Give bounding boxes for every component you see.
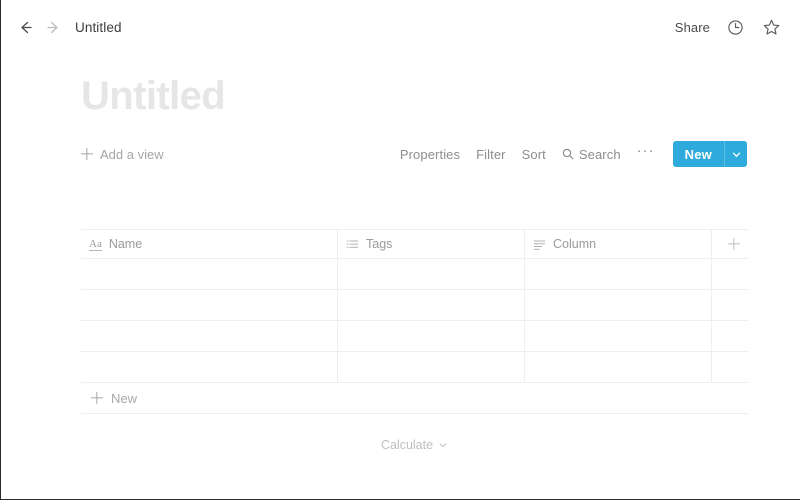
cell-spacer: [711, 352, 748, 382]
sort-button[interactable]: Sort: [522, 147, 546, 162]
search-button[interactable]: Search: [562, 147, 621, 162]
arrow-right-icon: [45, 19, 62, 36]
column-header-tags[interactable]: Tags: [337, 230, 524, 258]
plus-icon: [91, 392, 103, 404]
cell-tags[interactable]: [337, 259, 524, 289]
cell-name[interactable]: [81, 352, 337, 382]
cell-spacer: [711, 259, 748, 289]
search-icon: [562, 148, 574, 160]
more-options-button[interactable]: ···: [637, 143, 655, 162]
cell-spacer: [711, 290, 748, 320]
table-row[interactable]: [81, 320, 748, 351]
cell-name[interactable]: [81, 290, 337, 320]
history-button[interactable]: [724, 16, 746, 38]
cell-spacer: [711, 321, 748, 351]
cell-column[interactable]: [524, 259, 711, 289]
view-toolbar-actions: Properties Filter Sort Search ··· New: [400, 141, 747, 167]
cell-column[interactable]: [524, 352, 711, 382]
calculate-footer: Calculate: [81, 438, 748, 452]
text-lines-icon: [533, 238, 546, 251]
arrow-left-icon: [17, 19, 34, 36]
table-row[interactable]: [81, 351, 748, 382]
cell-tags[interactable]: [337, 321, 524, 351]
breadcrumb[interactable]: Untitled: [75, 20, 122, 35]
new-dropdown-button[interactable]: [724, 141, 747, 167]
cell-column[interactable]: [524, 321, 711, 351]
view-toolbar: Add a view Properties Filter Sort Search…: [81, 139, 747, 169]
search-label: Search: [578, 146, 621, 162]
new-row-label: New: [111, 390, 138, 406]
new-row-button[interactable]: New: [81, 382, 748, 414]
cell-name[interactable]: [81, 259, 337, 289]
star-icon: [762, 18, 781, 37]
share-button[interactable]: Share: [675, 20, 710, 35]
back-button[interactable]: [11, 13, 39, 41]
top-bar: Untitled Share: [1, 0, 800, 54]
cell-tags[interactable]: [337, 352, 524, 382]
add-view-label: Add a view: [100, 146, 164, 162]
forward-button[interactable]: [39, 13, 67, 41]
column-header-column[interactable]: Column: [524, 230, 711, 258]
column-header-name-label: Name: [108, 237, 143, 251]
plus-icon: [728, 238, 740, 250]
top-bar-right: Share: [675, 16, 782, 38]
chevron-down-icon: [731, 149, 742, 160]
new-button-group: New: [672, 141, 747, 167]
column-header-tags-label: Tags: [366, 237, 393, 251]
cell-name[interactable]: [81, 321, 337, 351]
table-header-row: Aa Name Tags Column: [81, 229, 748, 258]
top-bar-left: Untitled: [11, 13, 122, 41]
plus-icon: [81, 148, 93, 160]
properties-button[interactable]: Properties: [400, 147, 460, 162]
column-header-name[interactable]: Aa Name: [81, 230, 337, 258]
chevron-down-icon: [438, 440, 448, 450]
app-window: Untitled Share Untitled Add a view Prope…: [0, 0, 800, 500]
page-content: Untitled Add a view Properties Filter So…: [1, 54, 800, 499]
filter-button[interactable]: Filter: [476, 147, 506, 162]
table-row[interactable]: [81, 289, 748, 320]
calculate-button[interactable]: Calculate: [381, 438, 448, 452]
new-button[interactable]: New: [673, 141, 724, 167]
add-column-button[interactable]: [711, 230, 748, 258]
column-header-column-label: Column: [553, 237, 597, 251]
add-view-button[interactable]: Add a view: [81, 147, 164, 162]
calculate-label: Calculate: [380, 438, 434, 452]
multi-select-icon: [346, 238, 359, 251]
clock-icon: [727, 19, 744, 36]
favorite-button[interactable]: [760, 16, 782, 38]
cell-column[interactable]: [524, 290, 711, 320]
table-row[interactable]: [81, 258, 748, 289]
cell-tags[interactable]: [337, 290, 524, 320]
page-title[interactable]: Untitled: [81, 76, 226, 116]
database-table: Aa Name Tags Column New: [81, 229, 748, 414]
title-text-icon: Aa: [89, 237, 102, 251]
